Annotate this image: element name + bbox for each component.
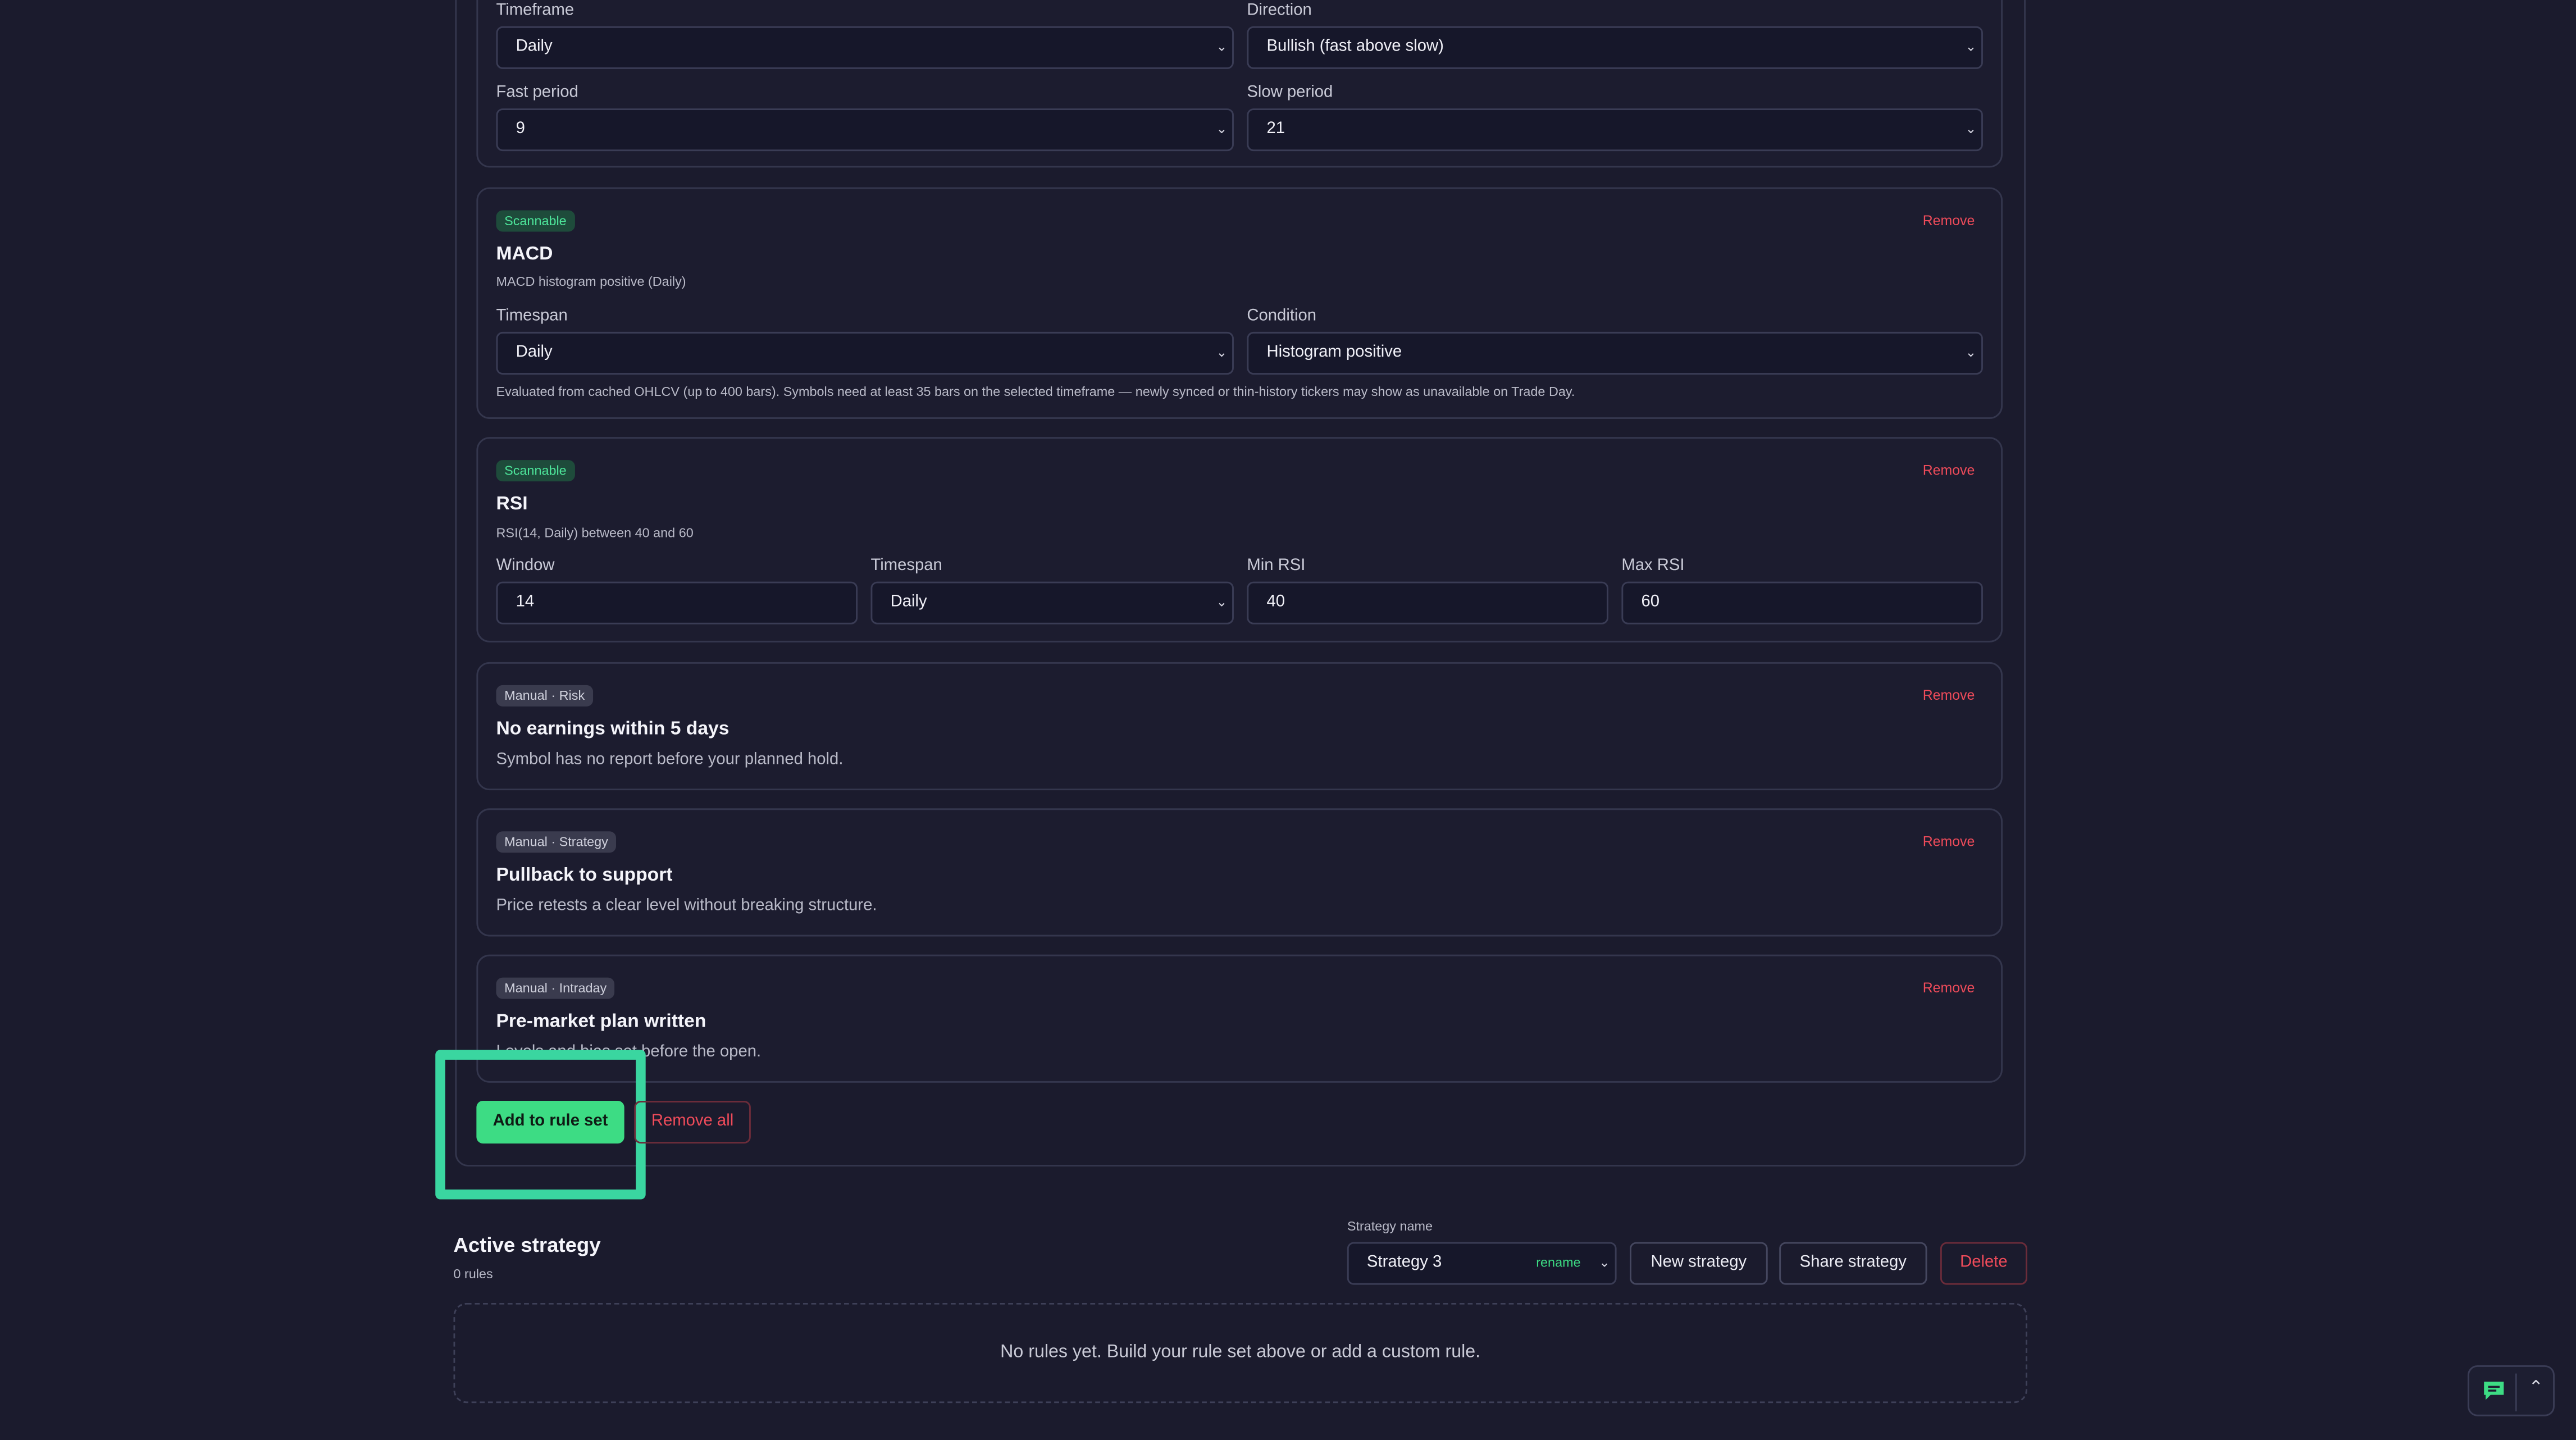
window-label: Window [496, 557, 555, 575]
widget-divider [2515, 1373, 2517, 1411]
manual-intraday-badge: Manual · Intraday [496, 977, 615, 999]
earnings-title: No earnings within 5 days [496, 719, 730, 740]
slow-period-select[interactable]: 21 ⌄ [1247, 108, 1983, 152]
min-rsi-input[interactable]: 40 [1247, 581, 1608, 625]
scannable-badge: Scannable [496, 210, 575, 232]
timespan-label: Timespan [496, 307, 568, 326]
chevron-down-icon: ⌄ [1216, 594, 1228, 610]
chevron-down-icon: ⌄ [1216, 121, 1228, 136]
delete-strategy-button[interactable]: Delete [1940, 1242, 2027, 1285]
rename-link[interactable]: rename [1536, 1244, 1580, 1283]
macd-note: Evaluated from cached OHLCV (up to 400 b… [496, 384, 1575, 399]
rsi-timespan-label: Timespan [870, 557, 942, 575]
manual-strategy-badge: Manual · Strategy [496, 831, 617, 853]
slow-period-label: Slow period [1247, 84, 1333, 102]
remove-premarket-link[interactable]: Remove [1923, 979, 1975, 996]
macd-timespan-value: Daily [516, 343, 553, 362]
scannable-badge: Scannable [496, 460, 575, 482]
empty-rules-message: No rules yet. Build your rule set above … [1000, 1342, 1481, 1362]
add-to-rule-set-button[interactable]: Add to rule set [476, 1101, 624, 1144]
chevron-down-icon: ⌄ [1216, 345, 1228, 360]
remove-rsi-link[interactable]: Remove [1923, 462, 1975, 478]
chat-icon[interactable] [2482, 1380, 2505, 1401]
remove-earnings-link[interactable]: Remove [1923, 687, 1975, 703]
macd-subtitle: MACD histogram positive (Daily) [496, 274, 686, 289]
max-rsi-label: Max RSI [1621, 557, 1685, 575]
timeframe-value: Daily [516, 38, 553, 56]
pullback-description: Price retests a clear level without brea… [496, 897, 877, 915]
pullback-title: Pullback to support [496, 865, 673, 886]
premarket-title: Pre-market plan written [496, 1012, 706, 1032]
manual-risk-badge: Manual · Risk [496, 685, 593, 707]
pullback-rule-card [476, 808, 2003, 937]
min-rsi-label: Min RSI [1247, 557, 1306, 575]
rsi-window-input[interactable]: 14 [496, 581, 858, 625]
floating-widget: ⌃ [2467, 1365, 2555, 1416]
macd-condition-value: Histogram positive [1266, 343, 1402, 362]
earnings-description: Symbol has no report before your planned… [496, 750, 844, 769]
timeframe-select[interactable]: Daily ⌄ [496, 26, 1234, 69]
max-rsi-input[interactable]: 60 [1621, 581, 1983, 625]
strategy-name-label: Strategy name [1347, 1219, 1433, 1234]
timeframe-label: Timeframe [496, 1, 575, 20]
macd-condition-select[interactable]: Histogram positive ⌄ [1247, 331, 1983, 375]
rule-count: 0 rules [453, 1266, 493, 1282]
rsi-title: RSI [496, 494, 528, 514]
share-strategy-button[interactable]: Share strategy [1779, 1242, 1927, 1285]
new-strategy-button[interactable]: New strategy [1629, 1242, 1768, 1285]
chevron-down-icon: ⌄ [1216, 39, 1228, 54]
direction-select[interactable]: Bullish (fast above slow) ⌄ [1247, 26, 1983, 69]
active-strategy-title: Active strategy [453, 1233, 601, 1257]
chevron-up-icon[interactable]: ⌃ [2528, 1377, 2543, 1398]
strategy-name-select[interactable]: Strategy 3 rename ⌄ [1347, 1242, 1617, 1285]
rsi-timespan-select[interactable]: Daily ⌄ [870, 581, 1234, 625]
direction-label: Direction [1247, 1, 1312, 20]
macd-timespan-select[interactable]: Daily ⌄ [496, 331, 1234, 375]
fast-period-select[interactable]: 9 ⌄ [496, 108, 1234, 152]
direction-value: Bullish (fast above slow) [1266, 38, 1444, 56]
strategy-name-value: Strategy 3 [1366, 1254, 1442, 1272]
condition-label: Condition [1247, 307, 1317, 326]
empty-rules-box: No rules yet. Build your rule set above … [453, 1302, 2027, 1403]
remove-pullback-link[interactable]: Remove [1923, 833, 1975, 849]
chevron-down-icon: ⌄ [1599, 1255, 1610, 1270]
chevron-down-icon: ⌄ [1965, 121, 1977, 136]
fast-period-label: Fast period [496, 84, 578, 102]
chevron-down-icon: ⌄ [1965, 39, 1977, 54]
remove-macd-link[interactable]: Remove [1923, 212, 1975, 228]
page-root: Timeframe Daily ⌄ Direction Bullish (fas… [0, 0, 2576, 1439]
fast-period-value: 9 [516, 120, 525, 138]
slow-period-value: 21 [1266, 120, 1285, 138]
remove-all-button[interactable]: Remove all [634, 1101, 751, 1144]
rsi-timespan-value: Daily [890, 593, 927, 612]
macd-title: MACD [496, 244, 553, 265]
chevron-down-icon: ⌄ [1965, 345, 1977, 360]
rsi-subtitle: RSI(14, Daily) between 40 and 60 [496, 526, 694, 541]
